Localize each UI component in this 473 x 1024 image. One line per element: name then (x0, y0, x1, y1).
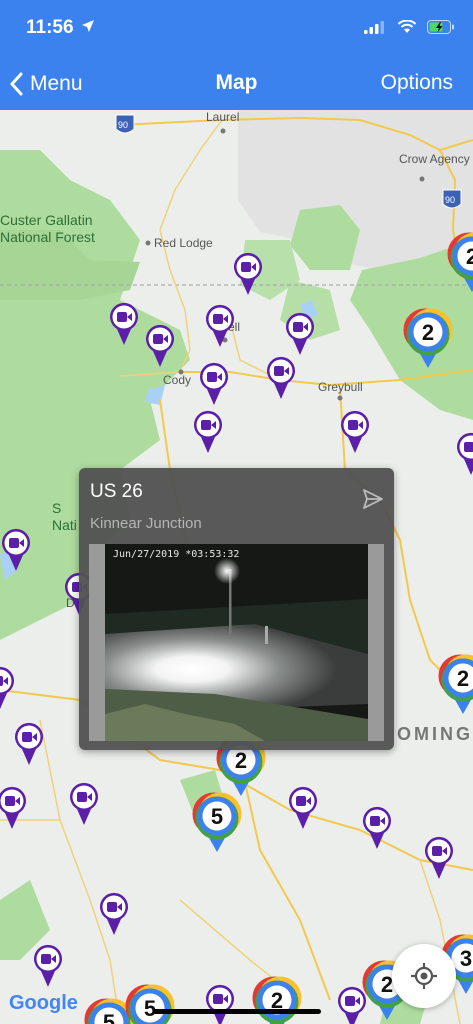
map-label-shoshone: S Nati (52, 500, 77, 533)
wifi-icon (397, 19, 416, 33)
camera-cluster-marker[interactable]: 2 (445, 232, 473, 294)
cluster-count: 2 (457, 666, 469, 691)
camera-pin-icon[interactable] (284, 312, 316, 356)
popup-subtitle: Kinnear Junction (90, 515, 202, 532)
camera-pin-icon[interactable] (13, 722, 45, 766)
cluster-count: 5 (103, 1010, 115, 1024)
camera-pin-icon[interactable] (287, 786, 319, 830)
cluster-count: 2 (422, 320, 434, 345)
back-label: Menu (30, 72, 83, 95)
signal-icon (364, 21, 385, 34)
home-indicator (153, 1009, 321, 1014)
locate-me-button[interactable] (392, 944, 456, 1008)
camera-cluster-marker[interactable]: 2 (436, 654, 473, 716)
camera-pin-icon[interactable] (192, 410, 224, 454)
camera-pin-icon[interactable] (423, 836, 455, 880)
camera-pin-icon[interactable] (0, 666, 16, 710)
camera-image[interactable]: Jun/27/2019 *03:53:32 (89, 544, 384, 741)
map-label-greybull: Greybull (318, 380, 363, 394)
back-button[interactable]: Menu (10, 68, 83, 100)
camera-pin-icon[interactable] (0, 786, 28, 830)
map-label-wyoming: OMING (397, 724, 473, 744)
status-icons (364, 19, 455, 39)
camera-pin-icon[interactable] (32, 944, 64, 988)
camera-pin-icon[interactable] (339, 410, 371, 454)
map-label-laurel: Laurel (206, 110, 240, 124)
locate-icon (411, 963, 437, 989)
camera-pin-icon[interactable] (361, 806, 393, 850)
camera-cluster-marker[interactable]: 2 (250, 976, 304, 1024)
camera-cluster-marker[interactable]: 2 (401, 308, 455, 370)
camera-pin-icon[interactable] (68, 782, 100, 826)
map-label-cody: Cody (163, 373, 192, 387)
camera-pin-icon[interactable] (455, 432, 473, 476)
map-label-custer-gallatin: Custer Gallatin National Forest (0, 212, 95, 245)
chevron-left-icon (10, 72, 23, 96)
camera-feed-photo (105, 544, 368, 741)
camera-popup[interactable]: US 26 Kinnear Junction Jun/27/2019 *03:5… (79, 468, 394, 750)
camera-pin-icon[interactable] (108, 302, 140, 346)
interstate-shield-label: 90 (118, 120, 129, 130)
camera-pin-icon[interactable] (198, 362, 230, 406)
map-label-red-lodge: Red Lodge (154, 236, 213, 250)
cluster-count: 3 (460, 946, 472, 971)
camera-pin-icon[interactable] (265, 356, 297, 400)
share-icon[interactable] (362, 488, 384, 510)
camera-pin-icon[interactable] (144, 324, 176, 368)
camera-timestamp: Jun/27/2019 *03:53:32 (113, 549, 240, 560)
nav-bar: Menu Map Options (0, 58, 473, 110)
camera-pin-icon[interactable] (0, 528, 32, 572)
google-logo: Google (9, 992, 78, 1014)
camera-pin-icon[interactable] (232, 252, 264, 296)
options-button[interactable]: Options (381, 71, 453, 95)
camera-pin-icon[interactable] (204, 984, 236, 1024)
map-label-crow-agency: Crow Agency (399, 152, 470, 166)
popup-title: US 26 (90, 481, 143, 502)
location-arrow-icon (82, 20, 94, 32)
battery-icon (427, 20, 454, 34)
status-time: 11:56 (26, 17, 74, 38)
status-bar: 11:56 (0, 0, 473, 58)
camera-pin-icon[interactable] (98, 892, 130, 936)
camera-cluster-marker[interactable]: 5 (190, 792, 244, 854)
camera-cluster-marker[interactable]: 5 (123, 984, 177, 1024)
cluster-count: 2 (466, 244, 473, 269)
interstate-shield-label: 90 (445, 195, 456, 205)
cluster-count: 5 (211, 804, 223, 829)
camera-pin-icon[interactable] (204, 304, 236, 348)
cluster-count: 2 (235, 748, 247, 773)
